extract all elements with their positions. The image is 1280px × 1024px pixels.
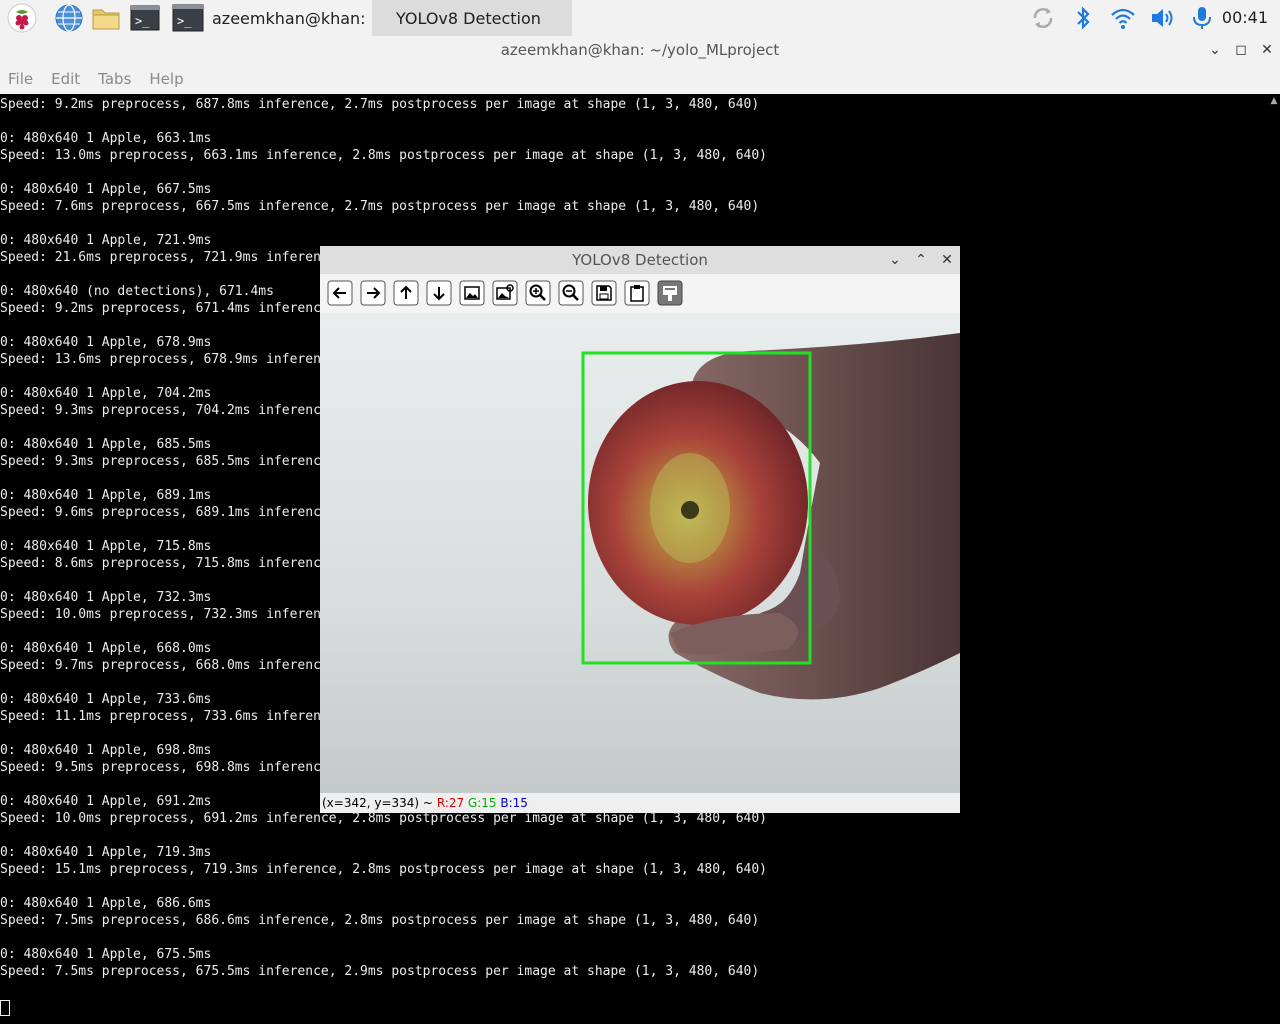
terminal-line: 0: 480x640 1 Apple, 675.5ms — [0, 947, 212, 962]
pixel-blue: B:15 — [500, 796, 528, 810]
microphone-icon[interactable] — [1188, 4, 1216, 32]
terminal-titlebar[interactable]: azeemkhan@khan: ~/yolo_MLproject ⌄ ◻ ✕ — [0, 36, 1280, 64]
arrow-up-icon[interactable] — [393, 280, 419, 306]
terminal-cursor — [0, 999, 10, 1016]
yolo-toolbar — [320, 274, 960, 313]
file-manager-icon[interactable] — [91, 3, 121, 33]
arrow-right-icon[interactable] — [360, 280, 386, 306]
volume-icon[interactable] — [1149, 4, 1177, 32]
image-icon[interactable] — [459, 280, 485, 306]
pixel-green: G:15 — [467, 796, 497, 810]
bluetooth-icon[interactable] — [1069, 4, 1097, 32]
properties-icon[interactable] — [657, 280, 683, 306]
terminal-line: Speed: 15.1ms preprocess, 719.3ms infere… — [0, 862, 768, 877]
menu-edit[interactable]: Edit — [51, 70, 80, 88]
taskbar-item-yolo-label: YOLOv8 Detection — [396, 8, 541, 28]
terminal-line: Speed: 9.2ms preprocess, 687.8ms inferen… — [0, 97, 760, 112]
yolo-title: YOLOv8 Detection — [572, 251, 708, 269]
terminal-line: Speed: 7.5ms preprocess, 686.6ms inferen… — [0, 913, 760, 928]
svg-text:>_: >_ — [135, 14, 150, 28]
terminal-line: 0: 480x640 1 Apple, 719.3ms — [0, 845, 212, 860]
pixel-red: R:27 — [436, 796, 465, 810]
terminal-scrollbar[interactable] — [1268, 95, 1280, 1024]
menu-file[interactable]: File — [8, 70, 33, 88]
terminal-menubar: File Edit Tabs Help — [0, 64, 1280, 94]
terminal-line: Speed: 13.0ms preprocess, 663.1ms infere… — [0, 148, 768, 163]
terminal-launcher-icon[interactable]: >_ — [130, 3, 160, 33]
terminal-line: 0: 480x640 1 Apple, 686.6ms — [0, 896, 212, 911]
clipboard-icon[interactable] — [624, 280, 650, 306]
scroll-up-icon[interactable]: ▲ — [1269, 96, 1279, 106]
yolo-maximize-icon[interactable]: ⌃ — [911, 246, 931, 274]
image-settings-icon[interactable] — [492, 280, 518, 306]
clock[interactable]: 00:41 — [1222, 0, 1268, 36]
camera-frame-image — [320, 313, 960, 793]
raspberry-menu-icon[interactable] — [7, 3, 37, 33]
pixel-coords: (x=342, y=334) ~ — [322, 796, 433, 810]
yolo-window: YOLOv8 Detection ⌄ ⌃ ✕ (x=342, y=334) ~ … — [320, 246, 960, 813]
arrow-left-icon[interactable] — [327, 280, 353, 306]
zoom-out-icon[interactable] — [558, 280, 584, 306]
yolo-minimize-icon[interactable]: ⌄ — [885, 246, 905, 274]
close-icon[interactable]: ✕ — [1257, 36, 1277, 64]
updater-icon[interactable] — [1029, 4, 1057, 32]
web-browser-icon[interactable] — [54, 3, 84, 33]
terminal-line: 0: 480x640 1 Apple, 667.5ms — [0, 182, 212, 197]
terminal-line: Speed: 7.5ms preprocess, 675.5ms inferen… — [0, 964, 760, 979]
menu-help[interactable]: Help — [149, 70, 183, 88]
yolo-titlebar[interactable]: YOLOv8 Detection ⌄ ⌃ ✕ — [320, 246, 960, 274]
maximize-icon[interactable]: ◻ — [1231, 36, 1251, 64]
svg-text:>_: >_ — [177, 14, 192, 28]
terminal-icon: >_ — [172, 4, 204, 32]
wifi-icon[interactable] — [1109, 4, 1137, 32]
taskbar-item-terminal-label: azeemkhan@khan: ... — [212, 8, 368, 28]
camera-frame[interactable] — [320, 313, 960, 793]
terminal-line: Speed: 7.6ms preprocess, 667.5ms inferen… — [0, 199, 760, 214]
arrow-down-icon[interactable] — [426, 280, 452, 306]
taskbar: >_ >_ azeemkhan@khan: ... YOLOv8 Detecti… — [0, 0, 1280, 36]
zoom-in-icon[interactable] — [525, 280, 551, 306]
terminal-title: azeemkhan@khan: ~/yolo_MLproject — [500, 41, 780, 59]
taskbar-item-terminal[interactable]: >_ azeemkhan@khan: ... — [172, 0, 368, 36]
taskbar-item-yolo[interactable]: YOLOv8 Detection — [372, 0, 572, 36]
menu-tabs[interactable]: Tabs — [98, 70, 131, 88]
minimize-icon[interactable]: ⌄ — [1205, 36, 1225, 64]
yolo-close-icon[interactable]: ✕ — [937, 246, 957, 274]
save-icon[interactable] — [591, 280, 617, 306]
yolo-statusbar: (x=342, y=334) ~ R:27 G:15 B:15 — [320, 793, 960, 813]
terminal-line: 0: 480x640 1 Apple, 663.1ms — [0, 131, 212, 146]
